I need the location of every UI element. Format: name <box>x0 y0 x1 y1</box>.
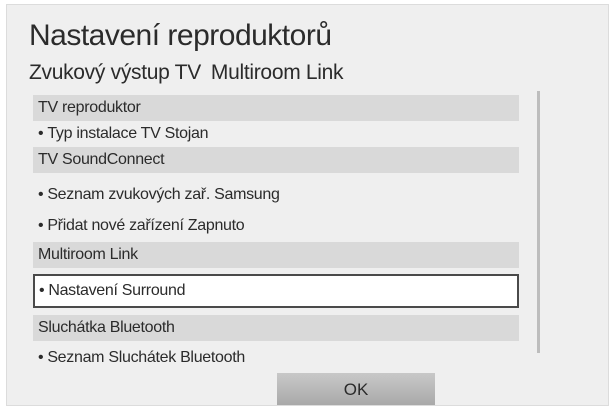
subtitle-multiroom: Multiroom Link <box>210 61 344 84</box>
item-label: Typ instalace TV <box>47 125 161 142</box>
item-label: Nastavení Surround <box>48 282 186 299</box>
dialog-title: Nastavení reproduktorů <box>29 19 332 52</box>
bullet: • <box>38 186 44 203</box>
list-item-tv-installation-type[interactable]: • Typ instalace TV Stojan <box>33 121 519 147</box>
bullet: • <box>38 217 44 234</box>
bullet: • <box>38 349 44 366</box>
subtitle-sound-output: Zvukový výstup TV <box>29 61 201 84</box>
speaker-settings-dialog: Nastavení reproduktorů Zvukový výstup TV… <box>6 4 609 406</box>
item-label: Seznam zvukových zař. Samsung <box>47 186 280 203</box>
ok-button[interactable]: OK <box>277 373 435 405</box>
section-header-bluetooth: Sluchátka Bluetooth <box>33 315 519 341</box>
section-header-tv-speaker: TV reproduktor <box>33 95 519 121</box>
bullet: • <box>38 125 44 142</box>
list-item-add-new-device[interactable]: • Přidat nové zařízení Zapnuto <box>33 213 519 239</box>
item-label: Seznam Sluchátek Bluetooth <box>47 349 245 366</box>
section-header-multiroom: Multiroom Link <box>33 242 519 268</box>
scrollbar[interactable] <box>537 91 540 353</box>
list-item-samsung-audio-devices[interactable]: • Seznam zvukových zař. Samsung <box>33 182 519 208</box>
item-value: Stojan <box>164 125 209 142</box>
bullet: • <box>39 282 45 299</box>
item-value: Zapnuto <box>187 217 245 234</box>
list-item-bluetooth-headphones[interactable]: • Seznam Sluchátek Bluetooth <box>33 345 519 371</box>
item-label: Přidat nové zařízení <box>47 217 184 234</box>
dialog-subtitle: Zvukový výstup TV Multiroom Link <box>29 61 344 85</box>
list-item-surround-settings[interactable]: • Nastavení Surround <box>33 274 519 308</box>
section-header-soundconnect: TV SoundConnect <box>33 147 519 173</box>
